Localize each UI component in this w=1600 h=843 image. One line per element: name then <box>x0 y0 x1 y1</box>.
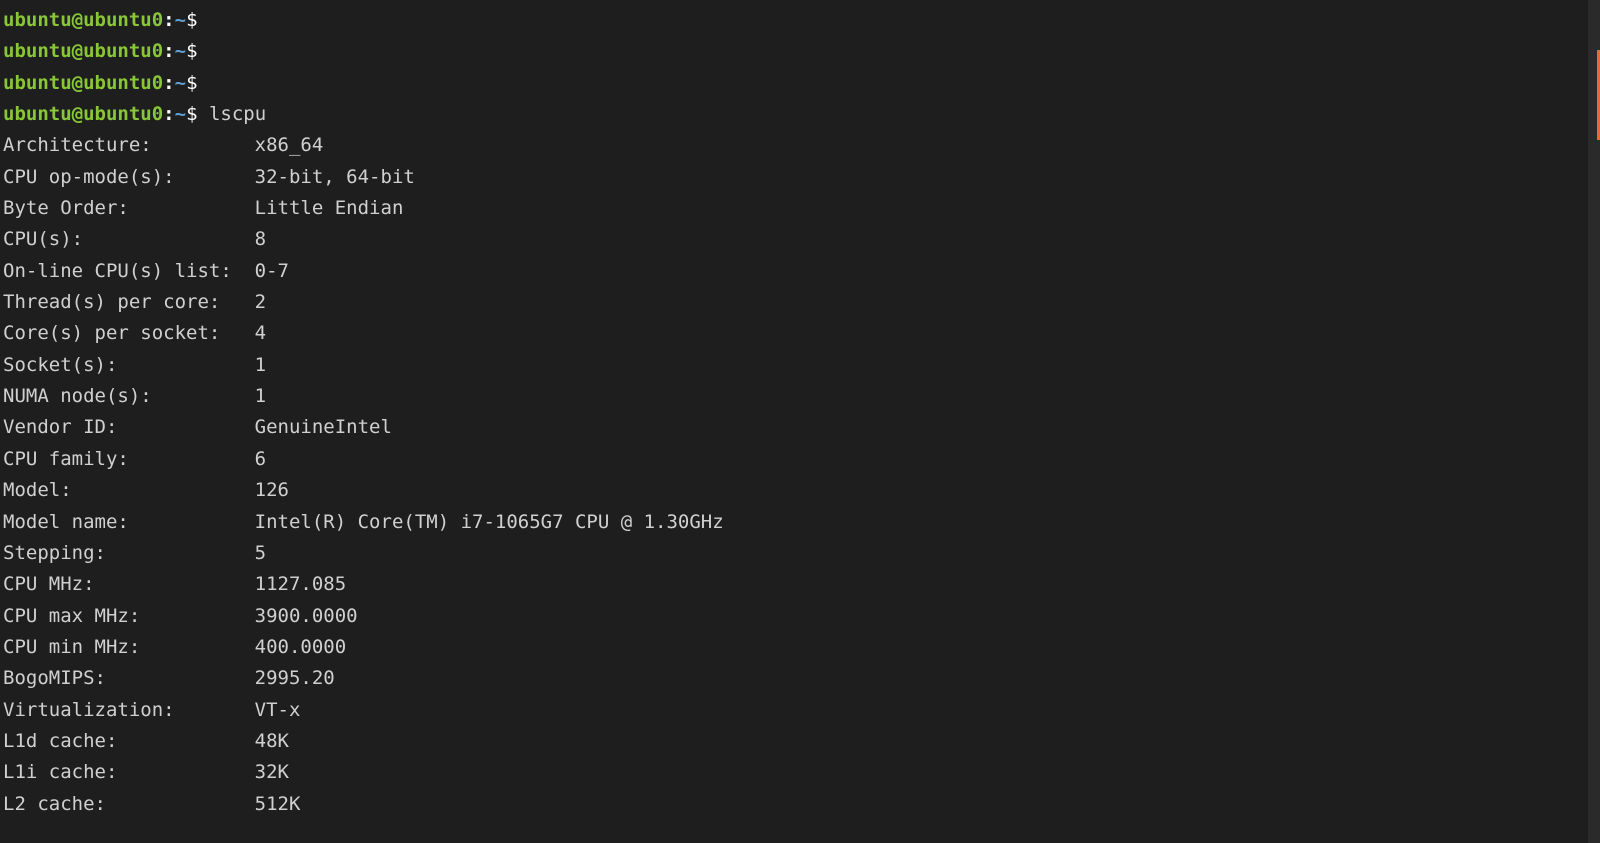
output-label: CPU op-mode(s): <box>3 162 255 193</box>
prompt-dollar: $ <box>186 72 209 94</box>
output-value: 6 <box>255 448 266 470</box>
output-value: Intel(R) Core(TM) i7-1065G7 CPU @ 1.30GH… <box>255 511 724 533</box>
output-label: CPU min MHz: <box>3 632 255 663</box>
output-label: Architecture: <box>3 130 255 161</box>
prompt-dollar: $ <box>186 103 209 125</box>
output-label: Stepping: <box>3 538 255 569</box>
output-value: 2995.20 <box>255 667 335 689</box>
output-value: 4 <box>255 322 266 344</box>
output-label: Model name: <box>3 507 255 538</box>
output-label: Virtualization: <box>3 695 255 726</box>
output-label: BogoMIPS: <box>3 663 255 694</box>
prompt-colon: : <box>163 40 174 62</box>
output-value: 400.0000 <box>255 636 347 658</box>
output-label: L1d cache: <box>3 726 255 757</box>
output-value: 8 <box>255 228 266 250</box>
output-label: CPU(s): <box>3 224 255 255</box>
output-line: CPU(s): 8 <box>3 224 1597 255</box>
prompt-line[interactable]: ubuntu@ubuntu0:~$ <box>3 36 1597 67</box>
prompt-line[interactable]: ubuntu@ubuntu0:~$ lscpu <box>3 99 1597 130</box>
output-label: NUMA node(s): <box>3 381 255 412</box>
output-value: 1127.085 <box>255 573 347 595</box>
output-line: Byte Order: Little Endian <box>3 193 1597 224</box>
prompt-dollar: $ <box>186 40 209 62</box>
output-line: Core(s) per socket: 4 <box>3 318 1597 349</box>
output-label: Byte Order: <box>3 193 255 224</box>
output-line: NUMA node(s): 1 <box>3 381 1597 412</box>
prompt-path: ~ <box>175 72 186 94</box>
output-line: CPU family: 6 <box>3 444 1597 475</box>
output-value: 48K <box>255 730 289 752</box>
prompt-colon: : <box>163 72 174 94</box>
prompt-line[interactable]: ubuntu@ubuntu0:~$ <box>3 5 1597 36</box>
output-line: L1i cache: 32K <box>3 757 1597 788</box>
user-host: ubuntu@ubuntu0 <box>3 9 163 31</box>
command-text: lscpu <box>209 103 266 125</box>
output-value: 126 <box>255 479 289 501</box>
output-value: GenuineIntel <box>255 416 392 438</box>
output-line: CPU max MHz: 3900.0000 <box>3 601 1597 632</box>
output-value: VT-x <box>255 699 301 721</box>
output-line: Socket(s): 1 <box>3 350 1597 381</box>
output-line: BogoMIPS: 2995.20 <box>3 663 1597 694</box>
prompt-path: ~ <box>175 9 186 31</box>
output-value: 0-7 <box>255 260 289 282</box>
output-label: Model: <box>3 475 255 506</box>
output-value: 5 <box>255 542 266 564</box>
output-line: L1d cache: 48K <box>3 726 1597 757</box>
output-value: 1 <box>255 385 266 407</box>
output-label: L1i cache: <box>3 757 255 788</box>
scrollbar[interactable] <box>1588 0 1600 843</box>
user-host: ubuntu@ubuntu0 <box>3 40 163 62</box>
output-label: L2 cache: <box>3 789 255 820</box>
output-label: CPU MHz: <box>3 569 255 600</box>
prompt-colon: : <box>163 103 174 125</box>
output-line: Stepping: 5 <box>3 538 1597 569</box>
output-label: CPU max MHz: <box>3 601 255 632</box>
output-value: 32K <box>255 761 289 783</box>
prompt-dollar: $ <box>186 9 209 31</box>
output-line: CPU min MHz: 400.0000 <box>3 632 1597 663</box>
output-label: On-line CPU(s) list: <box>3 256 255 287</box>
output-label: Socket(s): <box>3 350 255 381</box>
output-line: Model: 126 <box>3 475 1597 506</box>
output-value: Little Endian <box>255 197 404 219</box>
output-label: CPU family: <box>3 444 255 475</box>
prompt-line[interactable]: ubuntu@ubuntu0:~$ <box>3 68 1597 99</box>
output-value: 1 <box>255 354 266 376</box>
user-host: ubuntu@ubuntu0 <box>3 72 163 94</box>
output-value: x86_64 <box>255 134 324 156</box>
terminal-window[interactable]: ubuntu@ubuntu0:~$ ubuntu@ubuntu0:~$ ubun… <box>0 0 1600 825</box>
prompt-path: ~ <box>175 40 186 62</box>
output-label: Thread(s) per core: <box>3 287 255 318</box>
output-line: Thread(s) per core: 2 <box>3 287 1597 318</box>
output-line: On-line CPU(s) list: 0-7 <box>3 256 1597 287</box>
output-line: CPU op-mode(s): 32-bit, 64-bit <box>3 162 1597 193</box>
output-line: L2 cache: 512K <box>3 789 1597 820</box>
user-host: ubuntu@ubuntu0 <box>3 103 163 125</box>
output-value: 32-bit, 64-bit <box>255 166 415 188</box>
output-line: Model name: Intel(R) Core(TM) i7-1065G7 … <box>3 507 1597 538</box>
prompt-colon: : <box>163 9 174 31</box>
output-label: Vendor ID: <box>3 412 255 443</box>
output-line: Virtualization: VT-x <box>3 695 1597 726</box>
output-line: Vendor ID: GenuineIntel <box>3 412 1597 443</box>
output-line: Architecture: x86_64 <box>3 130 1597 161</box>
output-value: 2 <box>255 291 266 313</box>
output-value: 3900.0000 <box>255 605 358 627</box>
output-line: CPU MHz: 1127.085 <box>3 569 1597 600</box>
output-label: Core(s) per socket: <box>3 318 255 349</box>
output-value: 512K <box>255 793 301 815</box>
prompt-path: ~ <box>175 103 186 125</box>
